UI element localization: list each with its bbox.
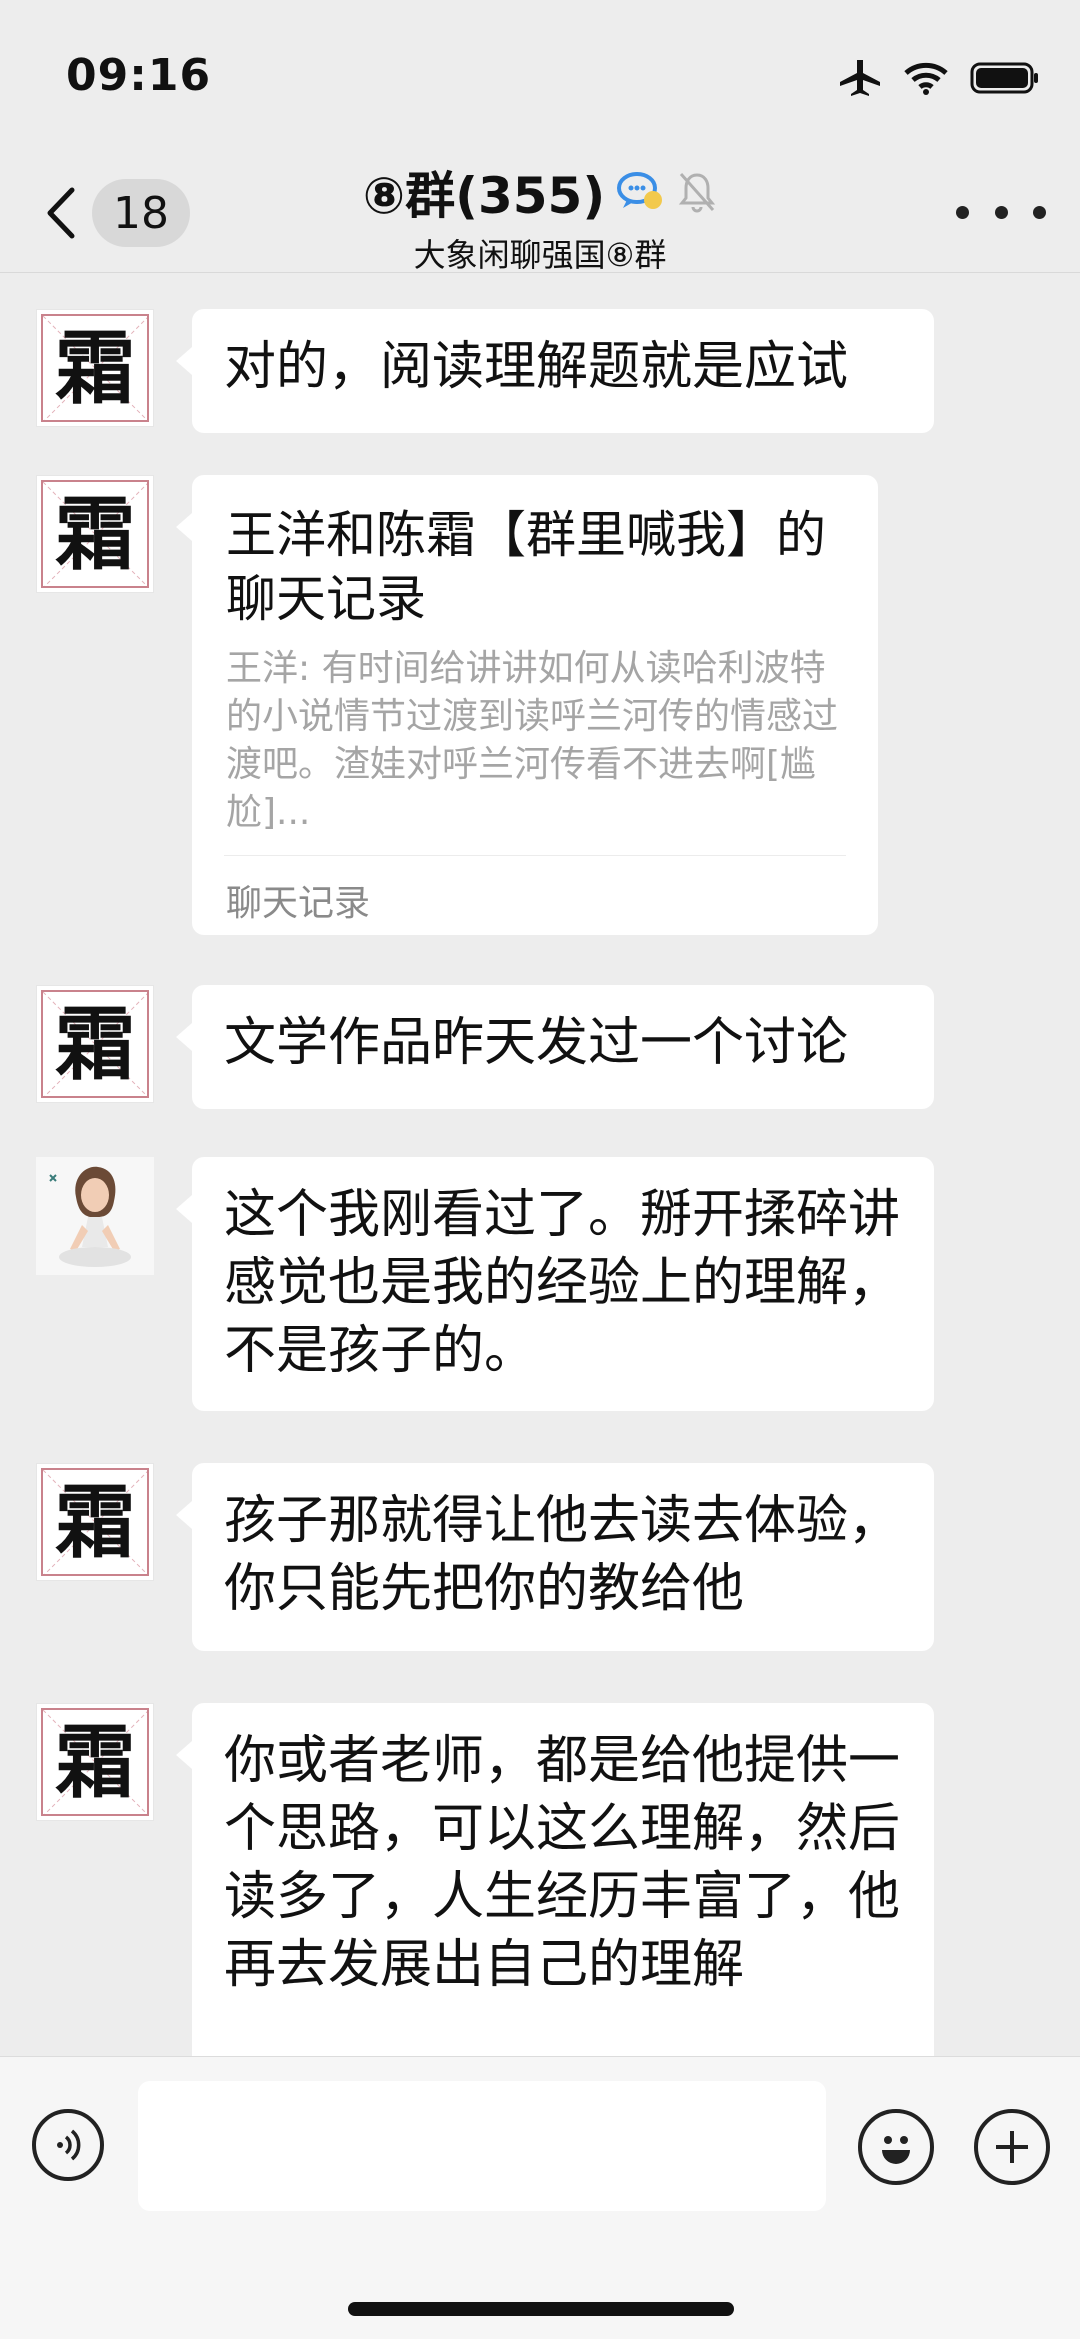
- message-input[interactable]: [138, 2081, 826, 2211]
- avatar-character: 霜: [55, 997, 135, 1091]
- message-bubble[interactable]: 孩子那就得让他去读去体验，你只能先把你的教给他: [176, 1463, 934, 1651]
- chat-bubbles-icon: [617, 172, 663, 209]
- avatar-character: 霜: [55, 1715, 135, 1809]
- card-footer: 聊天记录: [226, 883, 371, 924]
- airplane-icon: [840, 60, 880, 96]
- home-indicator[interactable]: [348, 2302, 734, 2316]
- message-bubble[interactable]: 文学作品昨天发过一个讨论: [176, 985, 934, 1109]
- message-text: 你或者老师，都是给他提供一个思路，可以这么理解，然后读多了，人生经历丰富了，他再…: [224, 1731, 901, 1995]
- status-icons: [838, 58, 1040, 98]
- avatar[interactable]: [36, 1157, 154, 1275]
- emoji-icon: [882, 2136, 910, 2164]
- wifi-icon: [904, 62, 948, 95]
- plus-icon: [996, 2131, 1028, 2163]
- chat-record-card[interactable]: 王洋和陈霜【群里喊我】的聊天记录 王洋: 有时间给讲讲如何从读哈利波特的小说情节…: [176, 475, 878, 935]
- chevron-left-icon: [47, 187, 75, 239]
- avatar[interactable]: 霜: [36, 475, 154, 593]
- card-preview: 王洋: 有时间给讲讲如何从读哈利波特的小说情节过渡到读呼兰河传的情感过渡吧。渣娃…: [226, 648, 839, 833]
- plus-button[interactable]: [974, 2109, 1050, 2185]
- message-bubble[interactable]: 这个我刚看过了。掰开揉碎讲感觉也是我的经验上的理解，不是孩子的。: [176, 1157, 934, 1411]
- meditating-woman-avatar: [36, 1157, 154, 1275]
- chat-header: 18 ⑧群(355) 大象闲聊强国⑧群: [0, 150, 1080, 276]
- avatar-character: 霜: [55, 487, 135, 581]
- message-text: 文学作品昨天发过一个讨论: [224, 1013, 849, 1073]
- avatar[interactable]: 霜: [36, 1703, 154, 1821]
- avatar-character: 霜: [55, 321, 135, 415]
- message-bubble[interactable]: 你或者老师，都是给他提供一个思路，可以这么理解，然后读多了，人生经历丰富了，他再…: [176, 1703, 934, 2056]
- unread-count-badge: 18: [92, 179, 190, 247]
- avatar[interactable]: 霜: [36, 985, 154, 1103]
- more-icon: [956, 205, 969, 219]
- more-icon-dot: [1033, 205, 1046, 219]
- chat-title-block[interactable]: ⑧群(355) 大象闲聊强国⑧群: [240, 156, 840, 276]
- mute-bell-icon: [679, 173, 716, 213]
- back-button[interactable]: 18: [44, 178, 194, 248]
- more-icon-dot: [994, 205, 1008, 219]
- chat-title: ⑧群(355): [362, 167, 606, 225]
- card-divider: [224, 855, 846, 856]
- message-text: 对的，阅读理解题就是应试: [224, 337, 849, 397]
- message-bubble[interactable]: 对的，阅读理解题就是应试: [176, 309, 934, 433]
- avatar[interactable]: 霜: [36, 1463, 154, 1581]
- input-bar: [0, 2056, 1080, 2339]
- more-button[interactable]: [956, 182, 1046, 242]
- battery-icon: [970, 62, 1038, 94]
- chat-subtitle: 大象闲聊强国⑧群: [413, 236, 667, 274]
- voice-button[interactable]: [32, 2109, 104, 2181]
- emoji-button[interactable]: [858, 2109, 934, 2185]
- message-text: 这个我刚看过了。掰开揉碎讲感觉也是我的经验上的理解，不是孩子的。: [224, 1185, 901, 1381]
- status-time: 09:16: [66, 50, 212, 101]
- card-title: 王洋和陈霜【群里喊我】的聊天记录: [226, 506, 826, 628]
- status-bar: 09:16: [0, 0, 1080, 150]
- voice-icon: [57, 2129, 81, 2161]
- avatar-character: 霜: [55, 1475, 135, 1569]
- message-text: 孩子那就得让他去读去体验，你只能先把你的教给他: [224, 1491, 901, 1619]
- avatar[interactable]: 霜: [36, 309, 154, 427]
- message-list[interactable]: 霜 对的，阅读理解题就是应试 霜 王洋和陈霜【群里喊我】的聊天记录 王洋: 有时…: [0, 273, 1080, 2056]
